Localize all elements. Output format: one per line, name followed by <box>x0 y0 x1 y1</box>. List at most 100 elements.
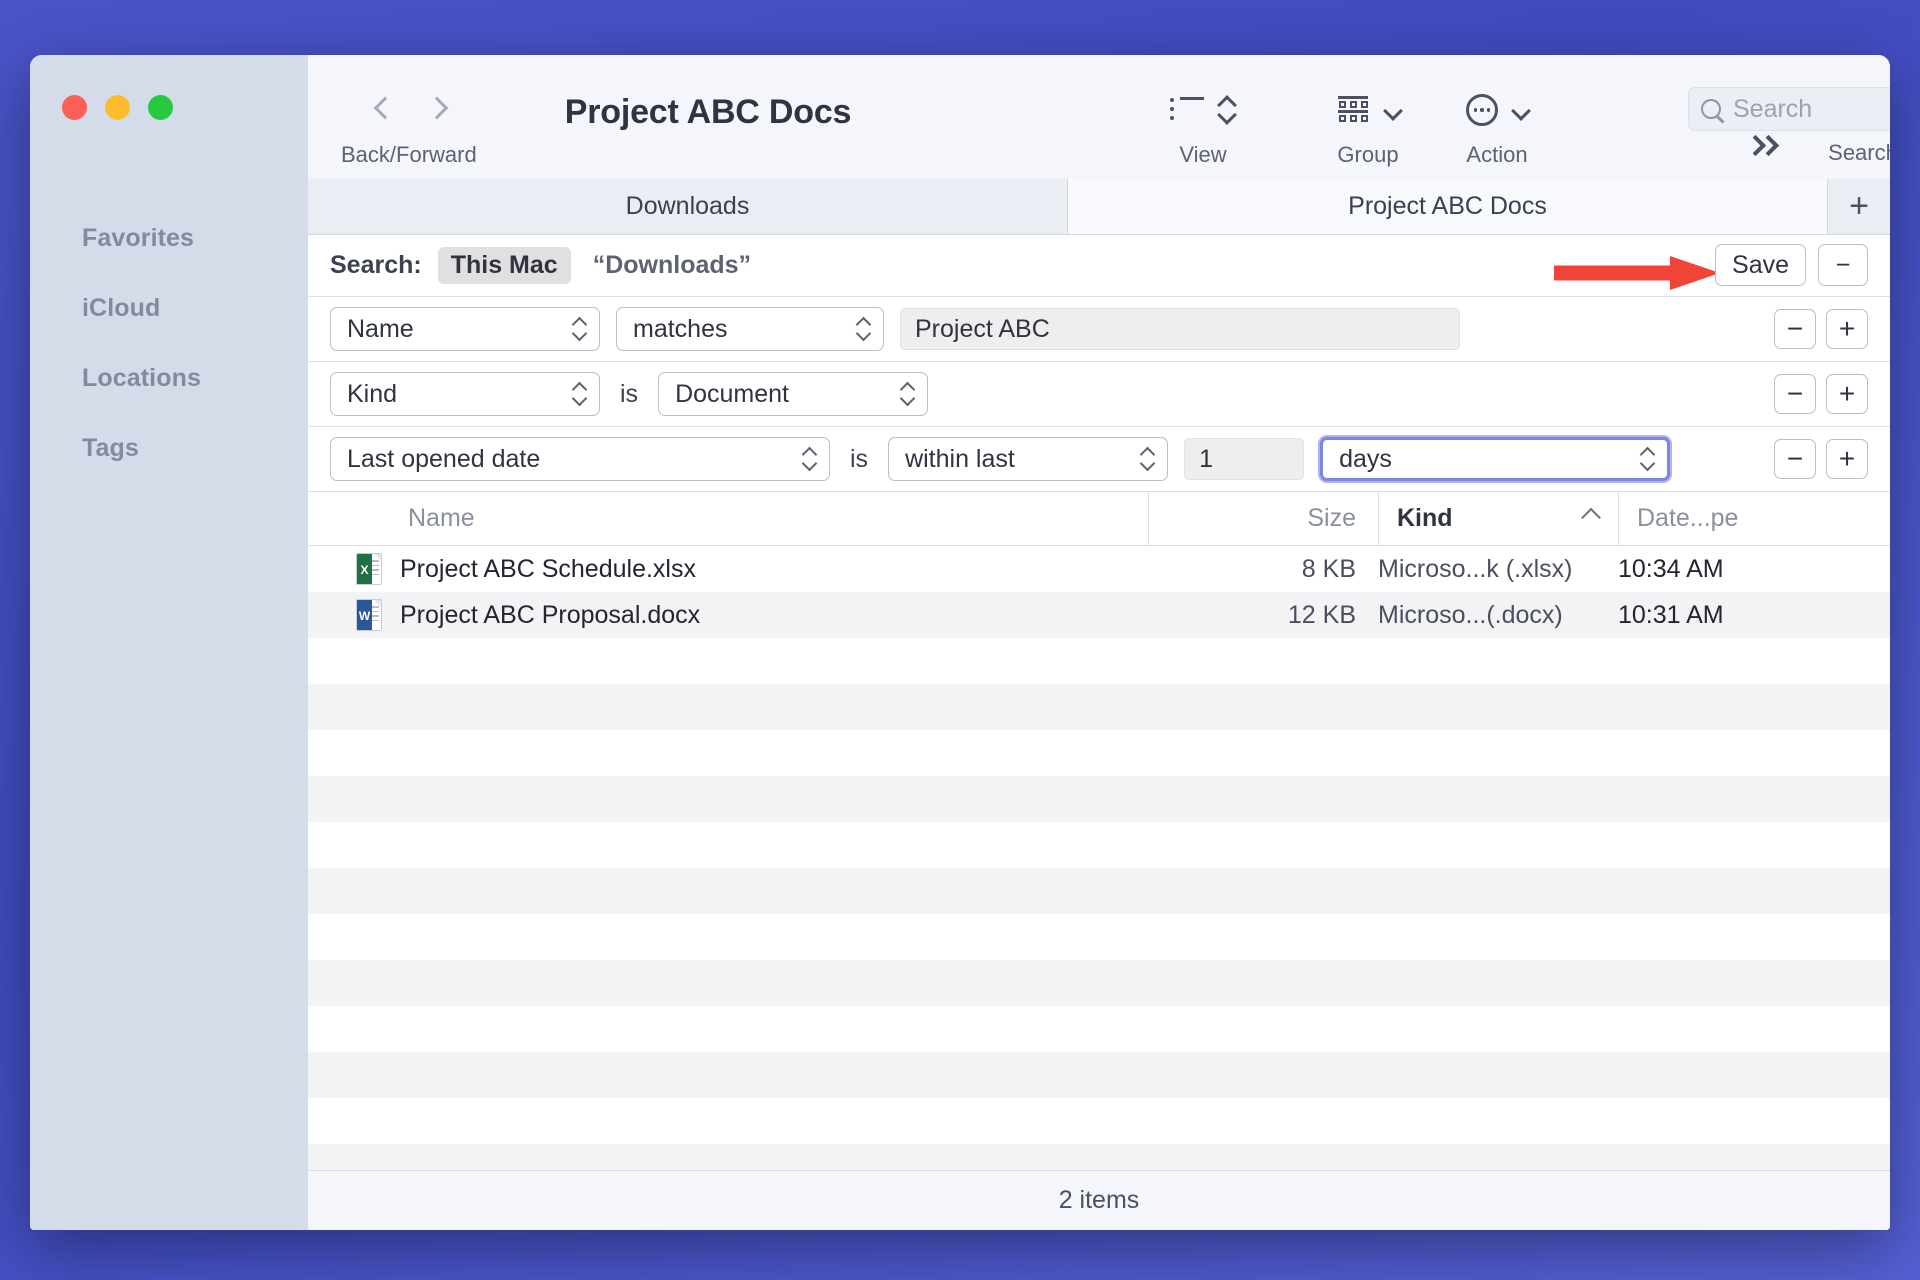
stepper-caret-icon <box>1639 444 1655 474</box>
criteria-row: Last opened date is within last 1 days −… <box>308 427 1890 492</box>
column-headers: Name Size Kind Date...pe <box>308 492 1890 546</box>
view-group[interactable]: View <box>1170 87 1236 168</box>
list-view-icon[interactable] <box>1170 97 1204 123</box>
sidebar-section-icloud[interactable]: iCloud <box>30 291 308 361</box>
criteria-operator-select[interactable]: matches <box>616 307 884 351</box>
criteria-attribute-select[interactable]: Last opened date <box>330 437 830 481</box>
search-field[interactable] <box>1688 87 1890 131</box>
criteria-attribute-value: Last opened date <box>347 445 540 474</box>
stepper-caret-icon <box>801 444 817 474</box>
empty-row <box>308 822 1890 868</box>
file-name-cell: W Project ABC Proposal.docx <box>308 599 1148 631</box>
close-button[interactable] <box>62 95 87 120</box>
criteria-row: Kind is Document − + <box>308 362 1890 427</box>
search-input[interactable] <box>1733 95 1890 124</box>
action-group[interactable]: Action <box>1466 87 1528 168</box>
file-list[interactable]: X Project ABC Schedule.xlsx 8 KB Microso… <box>308 546 1890 1170</box>
column-header-date[interactable]: Date...pe <box>1618 492 1818 545</box>
column-header-name[interactable]: Name <box>308 492 1148 545</box>
stepper-caret-icon <box>571 314 587 344</box>
criteria-attribute-select[interactable]: Name <box>330 307 600 351</box>
search-scope-label: Search: <box>330 251 422 280</box>
save-button[interactable]: Save <box>1715 244 1806 286</box>
new-tab-button[interactable]: + <box>1828 179 1890 234</box>
file-date: 10:34 AM <box>1618 555 1818 584</box>
maximize-button[interactable] <box>148 95 173 120</box>
sidebar-section-label: Favorites <box>82 224 194 252</box>
sidebar: Favorites iCloud Locations Tags <box>30 55 308 1230</box>
group-grid-icon[interactable] <box>1336 96 1370 124</box>
column-header-kind[interactable]: Kind <box>1378 492 1618 545</box>
empty-row <box>308 730 1890 776</box>
sidebar-section-label: iCloud <box>82 294 160 322</box>
tab-project-abc-docs[interactable]: Project ABC Docs <box>1068 179 1828 234</box>
criteria-unit-select[interactable]: days <box>1320 437 1670 481</box>
view-label: View <box>1179 142 1226 168</box>
criteria-attribute-select[interactable]: Kind <box>330 372 600 416</box>
criteria-attribute-value: Name <box>347 315 414 344</box>
criteria-connector-label: is <box>846 445 872 474</box>
empty-row <box>308 1052 1890 1098</box>
sidebar-section-locations[interactable]: Locations <box>30 361 308 431</box>
criteria-row-actions: − + <box>1774 374 1868 414</box>
sidebar-section-tags[interactable]: Tags <box>30 431 308 501</box>
file-name: Project ABC Proposal.docx <box>400 601 700 630</box>
file-size: 12 KB <box>1148 601 1378 630</box>
doc-lines <box>372 560 379 578</box>
add-criteria-button[interactable]: + <box>1826 439 1868 479</box>
scope-folder-button[interactable]: “Downloads” <box>593 251 751 280</box>
column-header-label: Size <box>1307 504 1356 533</box>
sidebar-section-label: Locations <box>82 364 201 392</box>
file-type-badge: X <box>357 554 372 585</box>
sidebar-section-favorites[interactable]: Favorites <box>30 221 308 291</box>
tab-label: Project ABC Docs <box>1348 192 1547 221</box>
column-header-size[interactable]: Size <box>1148 492 1378 545</box>
empty-row <box>308 914 1890 960</box>
sidebar-section-label: Tags <box>82 434 139 462</box>
scope-this-mac-button[interactable]: This Mac <box>438 247 571 284</box>
remove-criteria-button[interactable]: − <box>1774 309 1816 349</box>
criteria-row-actions: − + <box>1774 439 1868 479</box>
column-header-label: Kind <box>1397 504 1453 533</box>
criteria-amount-value: 1 <box>1199 445 1213 474</box>
toolbar: Back/Forward Project ABC Docs View <box>308 55 1890 179</box>
criteria-row: Name matches Project ABC − + <box>308 297 1890 362</box>
status-bar: 2 items <box>308 1170 1890 1230</box>
search-group: Search <box>1688 87 1890 166</box>
stepper-caret-icon <box>571 379 587 409</box>
sort-updown-icon[interactable] <box>1218 95 1236 125</box>
search-icon <box>1701 99 1721 119</box>
minimize-button[interactable] <box>105 95 130 120</box>
search-label: Search <box>1828 140 1890 166</box>
forward-icon[interactable] <box>427 96 443 124</box>
word-file-icon: W <box>356 599 382 631</box>
criteria-amount-input[interactable]: 1 <box>1184 438 1304 480</box>
chevron-down-icon[interactable] <box>1384 104 1400 116</box>
remove-search-button[interactable]: − <box>1818 244 1868 286</box>
main-content: Back/Forward Project ABC Docs View <box>308 55 1890 1230</box>
stepper-caret-icon <box>1139 444 1155 474</box>
criteria-text-input[interactable]: Project ABC <box>900 308 1460 350</box>
add-criteria-button[interactable]: + <box>1826 309 1868 349</box>
remove-criteria-button[interactable]: − <box>1774 374 1816 414</box>
remove-criteria-button[interactable]: − <box>1774 439 1816 479</box>
chevron-down-icon[interactable] <box>1512 104 1528 116</box>
criteria-operator-value: matches <box>633 315 727 344</box>
criteria-operator-select[interactable]: Document <box>658 372 928 416</box>
table-row[interactable]: X Project ABC Schedule.xlsx 8 KB Microso… <box>308 546 1890 592</box>
sidebar-sections: Favorites iCloud Locations Tags <box>30 221 308 501</box>
tab-label: Downloads <box>626 192 750 221</box>
back-icon[interactable] <box>375 96 391 124</box>
file-name: Project ABC Schedule.xlsx <box>400 555 696 584</box>
criteria-row-actions: − + <box>1774 309 1868 349</box>
action-ellipsis-circle-icon[interactable] <box>1466 94 1498 126</box>
group-group[interactable]: Group <box>1336 87 1400 168</box>
criteria-operator-select[interactable]: within last <box>888 437 1168 481</box>
tab-downloads[interactable]: Downloads <box>308 179 1068 234</box>
stepper-caret-icon <box>855 314 871 344</box>
empty-row <box>308 868 1890 914</box>
empty-row <box>308 1144 1890 1170</box>
add-criteria-button[interactable]: + <box>1826 374 1868 414</box>
table-row[interactable]: W Project ABC Proposal.docx 12 KB Micros… <box>308 592 1890 638</box>
file-kind: Microso...k (.xlsx) <box>1378 555 1618 584</box>
